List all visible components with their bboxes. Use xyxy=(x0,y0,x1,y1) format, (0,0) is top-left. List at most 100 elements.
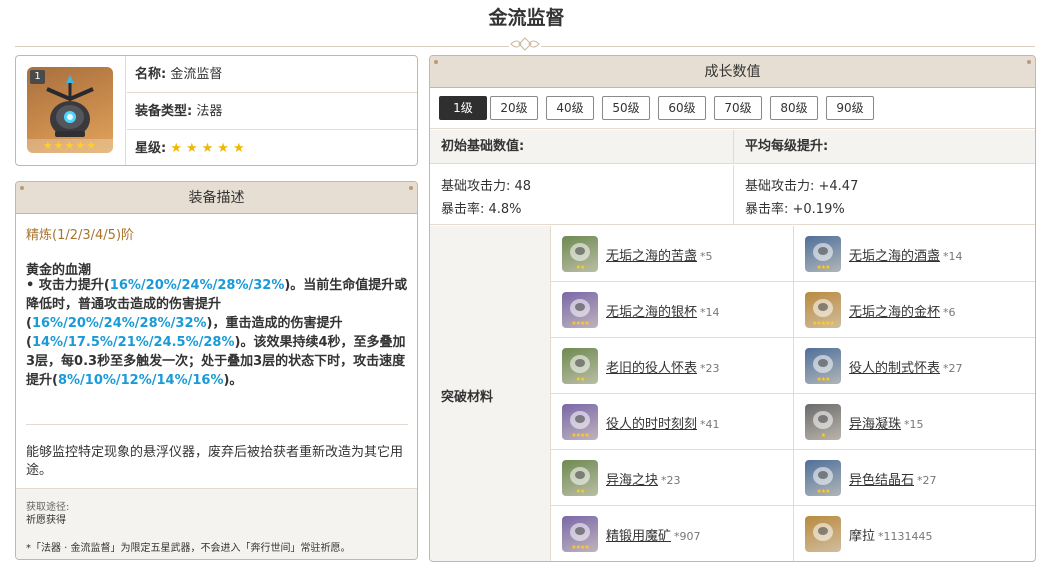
material-count: *27 xyxy=(943,362,963,375)
material-link[interactable]: 异海之块 *23 xyxy=(606,469,681,488)
material-rarity-stars: ★★★★ xyxy=(571,320,590,327)
material-link[interactable]: 无垢之海的金杯 *6 xyxy=(849,301,956,320)
material-link[interactable]: 异海凝珠 *15 xyxy=(849,413,924,432)
materials-label: 突破材料 xyxy=(441,390,494,405)
base-attack: 基础攻击力: 48 xyxy=(441,179,532,194)
material-count: *14 xyxy=(943,250,963,263)
rarity-row: 星级: ★★★★★ xyxy=(127,130,417,165)
material-count: *5 xyxy=(700,250,713,263)
type-label: 装备类型: xyxy=(135,104,193,119)
bitter-cup-icon[interactable]: ★★ xyxy=(562,236,598,272)
base-stats-header: 初始基础数值: xyxy=(430,130,733,164)
rarity-stars: ★★★★★ xyxy=(170,141,249,156)
material-item: ★★ 异海之块 *23 xyxy=(551,450,793,506)
avg-attack: 基础攻击力: +4.47 xyxy=(745,179,859,194)
material-name: 无垢之海的金杯 xyxy=(849,305,941,320)
material-item: ★★★ 异色结晶石 *27 xyxy=(794,450,1035,506)
material-count: *15 xyxy=(904,418,924,431)
avg-growth-header: 平均每级提升: xyxy=(733,130,1035,164)
level-button-8[interactable]: 90级 xyxy=(826,96,874,120)
weapon-star-rating: ★★★★★ xyxy=(27,139,113,153)
growth-panel: 成长数值 1级 20级 40级 50级 60级 70级 80级 90级 初始基础数值: 平均每… xyxy=(429,55,1036,562)
level-button-1[interactable]: 1级 xyxy=(439,96,487,120)
level-button-4[interactable]: 50级 xyxy=(602,96,650,120)
material-item: 摩拉 *1131445 xyxy=(794,506,1035,561)
material-name: 无垢之海的苦盏 xyxy=(606,249,698,264)
materials-label-cell: 突破材料 xyxy=(430,226,551,561)
base-stats-cell: 基础攻击力: 48 暴击率: 4.8% xyxy=(430,165,733,225)
growth-header: 成长数值 xyxy=(430,56,1035,88)
weapon-lore: 能够监控特定现象的悬浮仪器，废弃后被拾获者重新改造为其它用途。 xyxy=(26,445,404,478)
standard-watch-icon[interactable]: ★★★ xyxy=(805,348,841,384)
material-rarity-stars: ★★★★ xyxy=(571,544,590,551)
effect-text-segment: )。 xyxy=(223,373,243,388)
type-row: 装备类型: 法器 xyxy=(127,93,417,130)
material-name: 无垢之海的酒盏 xyxy=(849,249,941,264)
material-item: ★★ 老旧的役人怀表 *23 xyxy=(551,338,793,394)
material-rarity-stars: ★★★ xyxy=(816,376,830,383)
level-button-6[interactable]: 70级 xyxy=(714,96,762,120)
silver-cup-icon[interactable]: ★★★★ xyxy=(562,292,598,328)
material-name: 役人的时时刻刻 xyxy=(606,417,698,432)
level-selector: 1级 20级 40级 50级 60级 70级 80级 90级 xyxy=(430,89,1035,129)
level-button-7[interactable]: 80级 xyxy=(770,96,818,120)
ornament-icon xyxy=(509,36,541,52)
weapon-level-badge: 1 xyxy=(30,70,45,84)
name-label: 名称: xyxy=(135,67,167,82)
timepiece-icon[interactable]: ★★★★ xyxy=(562,404,598,440)
weapon-icon-cell: 1 ★★★★★ xyxy=(16,56,126,165)
mora-coin-icon[interactable] xyxy=(805,516,841,552)
material-rarity-stars: ★★★★ xyxy=(571,432,590,439)
material-count: *6 xyxy=(943,306,956,319)
effect-text-segment: • 攻击力提升( xyxy=(26,278,110,293)
material-rarity-stars: ★★★ xyxy=(816,264,830,271)
material-count: *1131445 xyxy=(878,530,933,543)
material-item: ★★★★ 无垢之海的银杯 *14 xyxy=(551,282,793,338)
description-header: 装备描述 xyxy=(16,182,417,214)
material-link[interactable]: 精锻用魔矿 *907 xyxy=(606,525,701,544)
rarity-label: 星级: xyxy=(135,141,167,156)
material-item: ★★★★ 精锻用魔矿 *907 xyxy=(551,506,793,561)
material-name: 精锻用魔矿 xyxy=(606,529,672,544)
material-name: 役人的制式怀表 xyxy=(849,361,941,376)
material-link[interactable]: 役人的时时刻刻 *41 xyxy=(606,413,720,432)
weapon-info-panel: 1 ★★★★★ 名称: 金流监督 装备类型: 法器 星级: ★★★★★ xyxy=(15,55,418,166)
limited-note: *「法器 · 金流监督」为限定五星武器，不会进入「奔行世间」常驻祈愿。 xyxy=(26,543,351,554)
material-link[interactable]: 无垢之海的银杯 *14 xyxy=(606,301,720,320)
name-value: 金流监督 xyxy=(170,67,223,82)
material-link[interactable]: 异色结晶石 *27 xyxy=(849,469,937,488)
sea-block-icon[interactable]: ★★ xyxy=(562,460,598,496)
wine-cup-icon[interactable]: ★★★ xyxy=(805,236,841,272)
material-count: *907 xyxy=(674,530,701,543)
old-watch-icon[interactable]: ★★ xyxy=(562,348,598,384)
avg-crit-rate: 暴击率: +0.19% xyxy=(745,202,845,217)
sea-pearl-icon[interactable]: ★ xyxy=(805,404,841,440)
refine-levels: 精炼(1/2/3/4/5)阶 xyxy=(26,228,135,243)
material-rarity-stars: ★★ xyxy=(575,488,586,495)
material-link[interactable]: 无垢之海的酒盏 *14 xyxy=(849,245,963,264)
material-link[interactable]: 役人的制式怀表 *27 xyxy=(849,357,963,376)
material-link[interactable]: 无垢之海的苦盏 *5 xyxy=(606,245,713,264)
material-count: *23 xyxy=(700,362,720,375)
level-button-2[interactable]: 20级 xyxy=(490,96,538,120)
mystic-ore-icon[interactable]: ★★★★ xyxy=(562,516,598,552)
material-link[interactable]: 摩拉 *1131445 xyxy=(849,525,933,544)
material-count: *27 xyxy=(917,474,937,487)
base-crit-rate: 暴击率: 4.8% xyxy=(441,202,522,217)
material-name: 老旧的役人怀表 xyxy=(606,361,698,376)
weapon-image: 1 ★★★★★ xyxy=(27,67,113,153)
level-button-3[interactable]: 40级 xyxy=(546,96,594,120)
material-rarity-stars: ★★★ xyxy=(816,488,830,495)
page-title: 金流监督 xyxy=(488,7,565,29)
material-item: ★★★ 役人的制式怀表 *27 xyxy=(794,338,1035,394)
name-row: 名称: 金流监督 xyxy=(127,56,417,93)
material-rarity-stars: ★★★★★ xyxy=(812,320,835,327)
level-button-5[interactable]: 60级 xyxy=(658,96,706,120)
material-link[interactable]: 老旧的役人怀表 *23 xyxy=(606,357,720,376)
material-item: ★ 异海凝珠 *15 xyxy=(794,394,1035,450)
material-count: *14 xyxy=(700,306,720,319)
crystal-stone-icon[interactable]: ★★★ xyxy=(805,460,841,496)
effect-value-highlight: 16%/20%/24%/28%/32% xyxy=(31,316,207,331)
material-rarity-stars: ★ xyxy=(820,432,826,439)
golden-cup-icon[interactable]: ★★★★★ xyxy=(805,292,841,328)
